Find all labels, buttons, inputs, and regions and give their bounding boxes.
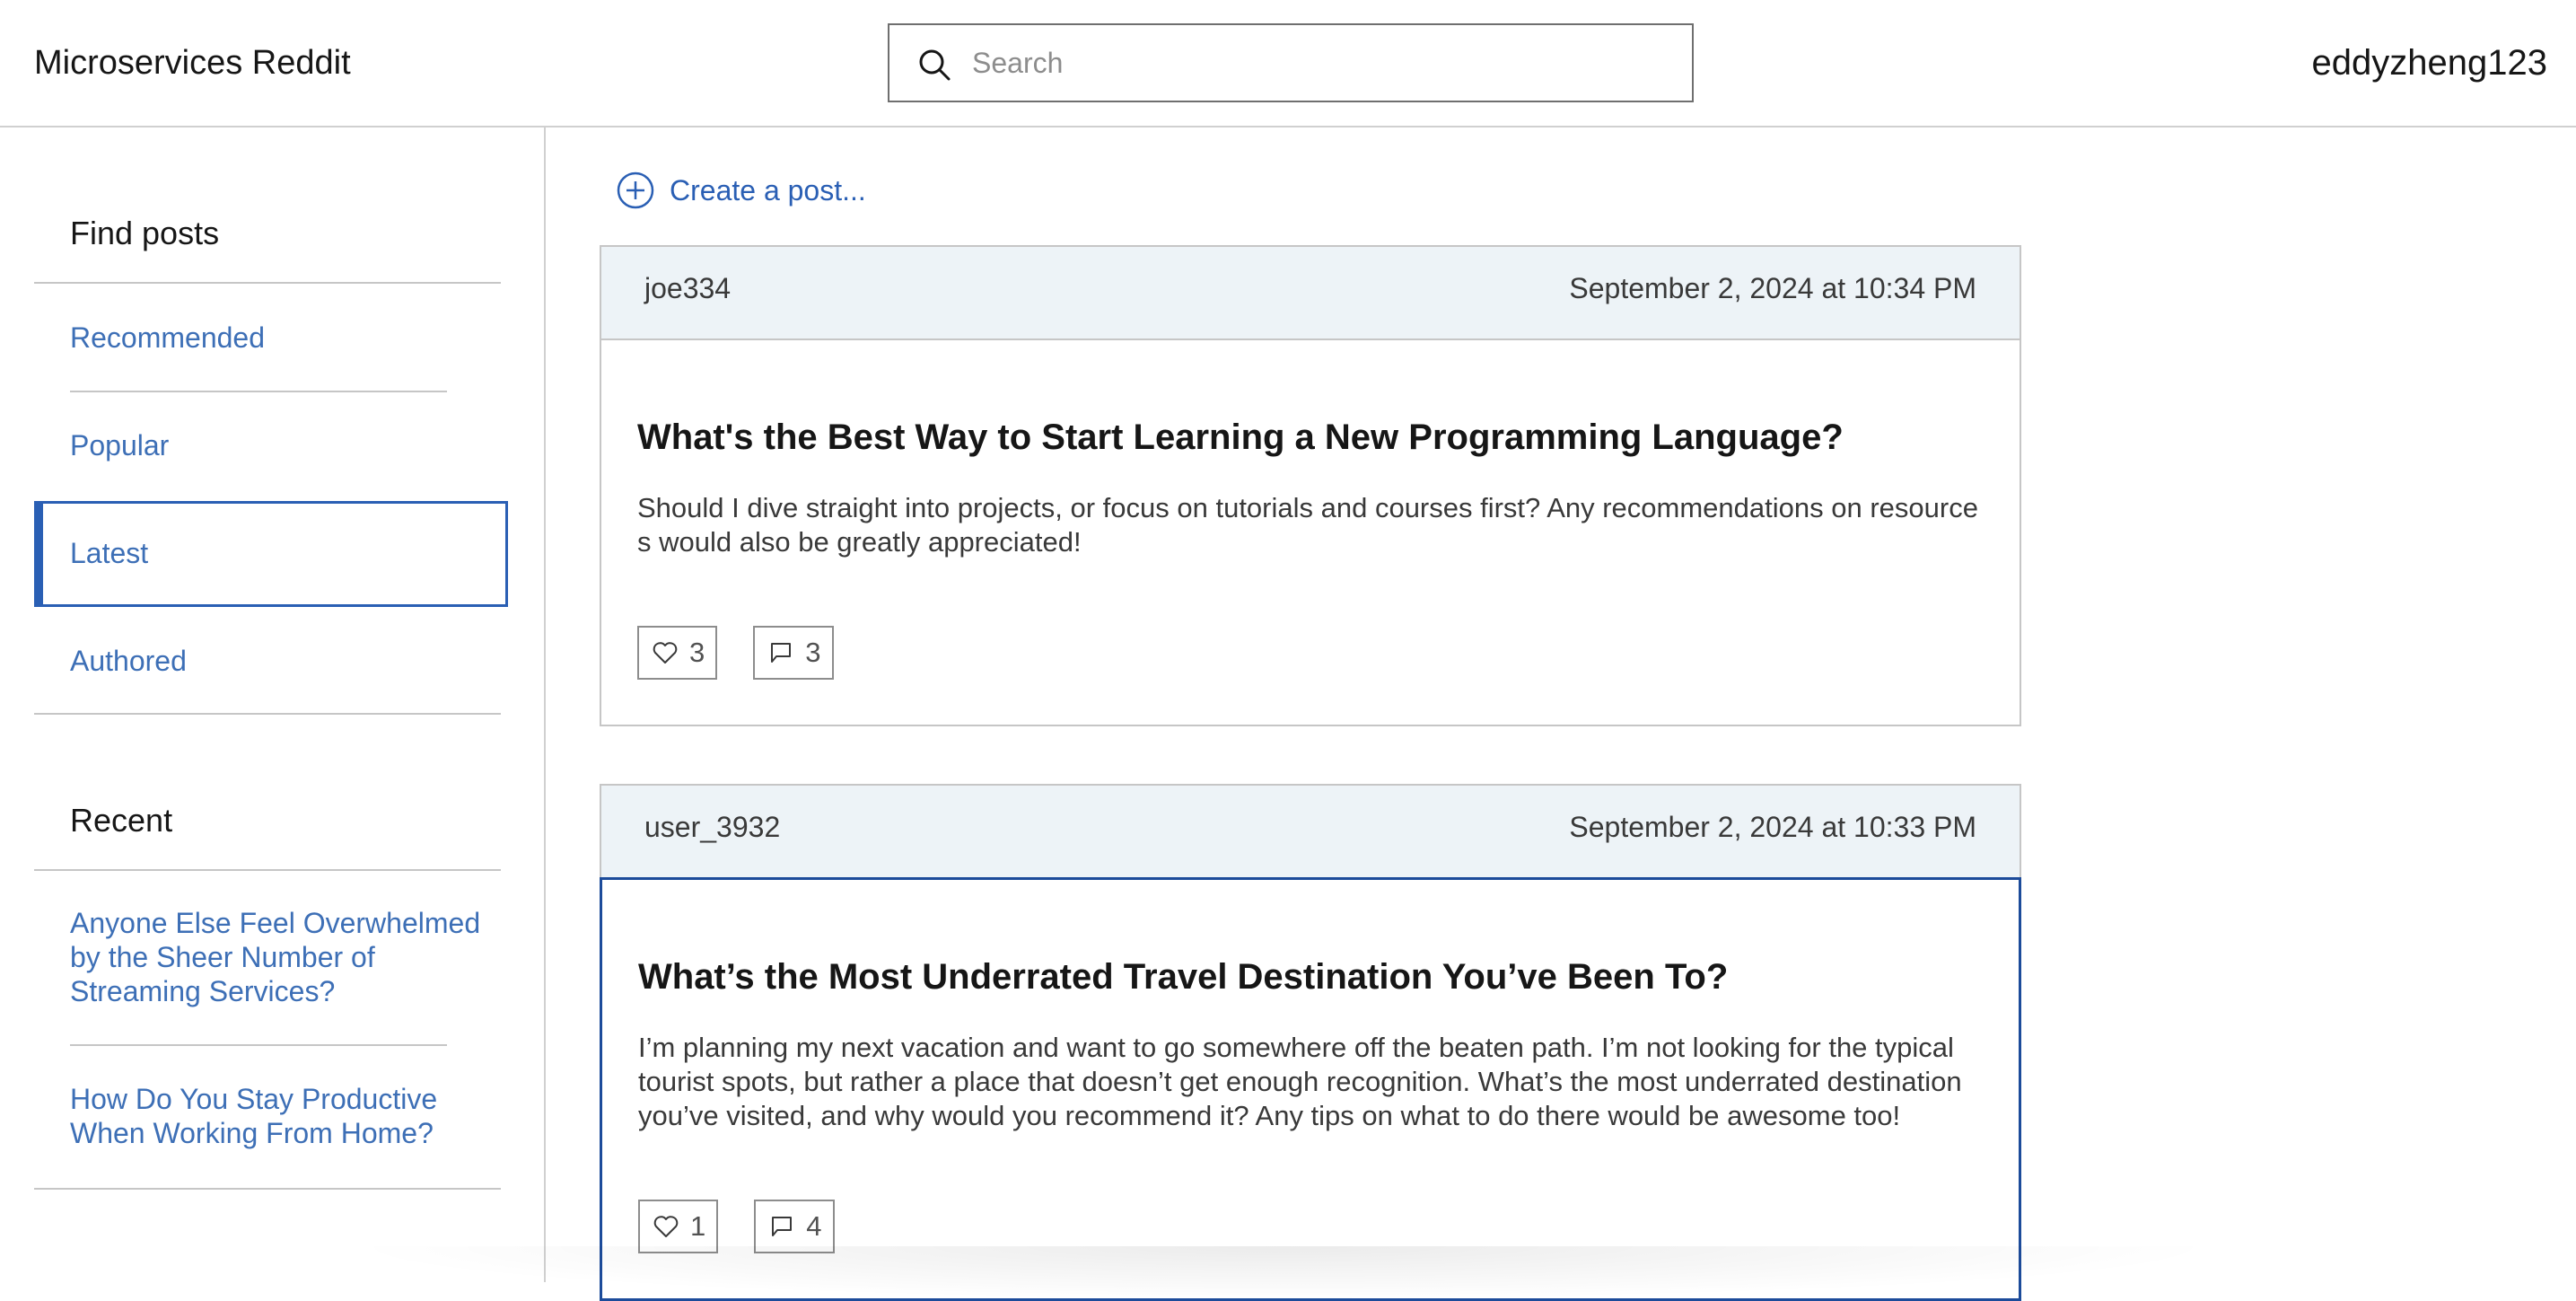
post-title[interactable]: What’s the Most Underrated Travel Destin… [638, 955, 1983, 998]
post-header: user_3932 September 2, 2024 at 10:33 PM [601, 786, 2020, 879]
comment-icon [772, 1217, 793, 1236]
divider [70, 391, 447, 392]
divider [34, 869, 501, 871]
post-actions: 3 3 [637, 626, 1984, 725]
sidebar-item-popular[interactable]: Popular [70, 428, 169, 462]
sidebar-item-recommended[interactable]: Recommended [70, 321, 265, 355]
search-box[interactable] [888, 23, 1694, 102]
sidebar-item-latest[interactable]: Latest [70, 536, 148, 570]
post-author[interactable]: user_3932 [644, 811, 780, 844]
comment-count: 4 [806, 1210, 822, 1242]
post-body[interactable]: What's the Best Way to Start Learning a … [601, 340, 2020, 725]
divider [34, 282, 501, 284]
search-input[interactable] [970, 25, 1670, 101]
like-count: 3 [689, 637, 705, 668]
user-menu[interactable]: eddyzheng123 [2312, 40, 2547, 86]
heart-icon [653, 642, 678, 664]
post-body[interactable]: What’s the Most Underrated Travel Destin… [600, 877, 2021, 1301]
comment-button[interactable]: 4 [754, 1200, 835, 1253]
find-posts-heading: Find posts [70, 215, 220, 251]
post-header: joe334 September 2, 2024 at 10:34 PM [601, 247, 2020, 340]
sidebar-item-authored[interactable]: Authored [70, 644, 187, 678]
comment-count: 3 [805, 637, 821, 668]
post-author[interactable]: joe334 [644, 272, 731, 305]
top-header: Microservices Reddit eddyzheng123 [0, 0, 2576, 127]
post-date: September 2, 2024 at 10:34 PM [1569, 272, 1976, 304]
create-post-button[interactable]: Create a post... [616, 167, 866, 214]
post-card[interactable]: joe334 September 2, 2024 at 10:34 PM Wha… [600, 245, 2021, 726]
comment-button[interactable]: 3 [753, 626, 834, 680]
post-text: Should I dive straight into projects, or… [637, 492, 1978, 558]
comment-icon [771, 643, 792, 663]
divider [34, 713, 501, 715]
post-title[interactable]: What's the Best Way to Start Learning a … [637, 416, 1984, 459]
recent-item[interactable]: Anyone Else Feel Overwhelmed by the Shee… [70, 906, 510, 1008]
create-post-label: Create a post... [670, 173, 866, 207]
post-actions: 1 4 [638, 1200, 1983, 1298]
post-text: I’m planning my next vacation and want t… [638, 1032, 1962, 1131]
like-count: 1 [690, 1210, 706, 1242]
app-title[interactable]: Microservices Reddit [34, 40, 351, 86]
sidebar: Find posts Recommended Popular Latest Au… [0, 127, 546, 1282]
heart-icon [653, 1216, 679, 1237]
divider [70, 1044, 447, 1046]
recent-heading: Recent [70, 802, 173, 839]
plus-circle-icon [617, 171, 654, 209]
recent-item[interactable]: How Do You Stay Productive When Working … [70, 1082, 483, 1150]
like-button[interactable]: 3 [637, 626, 718, 680]
like-button[interactable]: 1 [638, 1200, 719, 1253]
post-date: September 2, 2024 at 10:33 PM [1569, 811, 1976, 843]
divider [34, 1188, 501, 1190]
post-card[interactable]: user_3932 September 2, 2024 at 10:33 PM … [600, 784, 2021, 1301]
search-icon [919, 49, 951, 81]
